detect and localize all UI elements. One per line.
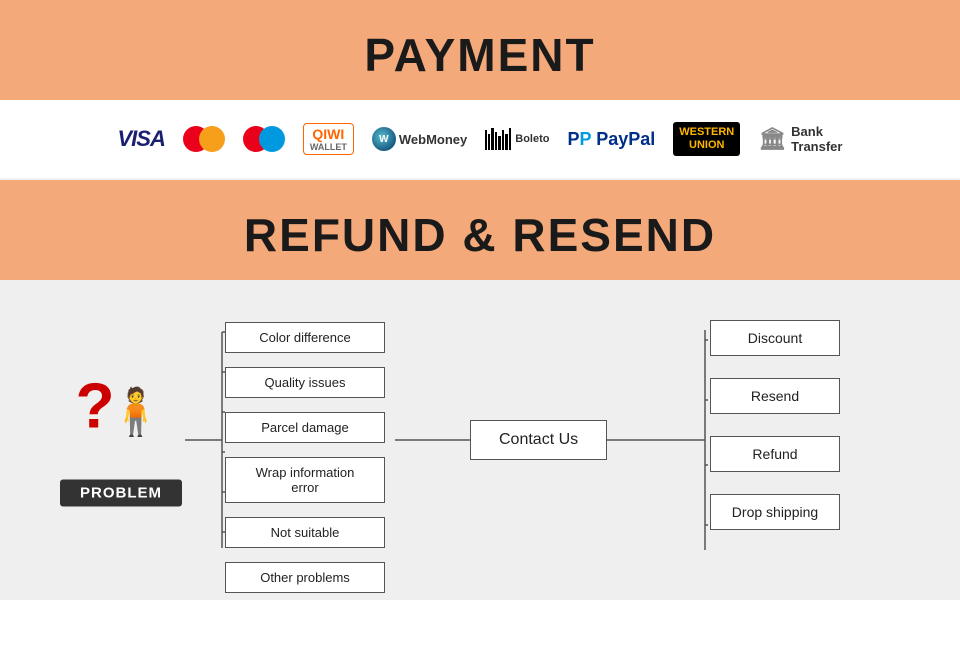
solutions-column: Discount Resend Refund Drop shipping bbox=[710, 310, 840, 538]
bank-transfer-logo: 🏛 BankTransfer bbox=[758, 124, 842, 154]
boleto-text: Boleto bbox=[515, 133, 549, 145]
bar6 bbox=[502, 130, 504, 150]
problem-wrap-info-error: Wrap information error bbox=[225, 457, 385, 503]
visa-text: VISA bbox=[118, 126, 165, 152]
maestro-logo bbox=[243, 126, 285, 152]
paypal-p: P bbox=[567, 129, 579, 149]
bar3 bbox=[491, 128, 494, 150]
payment-section: PAYMENT bbox=[0, 0, 960, 100]
bank-icon: 🏛 bbox=[758, 126, 786, 152]
bar5 bbox=[498, 136, 501, 150]
qiwi-wallet-text: WALLET bbox=[310, 142, 347, 152]
wu-text2: UNION bbox=[679, 139, 734, 152]
refund-title: REFUND & RESEND bbox=[0, 208, 960, 262]
paypal-text: PP PayPal bbox=[567, 129, 655, 150]
problem-image: ? 🧍 bbox=[74, 374, 169, 474]
webmoney-logo: W WebMoney bbox=[372, 127, 467, 151]
problem-parcel-damage: Parcel damage bbox=[225, 412, 385, 443]
bar8 bbox=[509, 128, 511, 150]
qiwi-logo: QIWI WALLET bbox=[303, 123, 354, 155]
bar4 bbox=[495, 132, 497, 150]
visa-logo: VISA bbox=[118, 126, 165, 152]
qiwi-box: QIWI WALLET bbox=[303, 123, 354, 155]
webmoney-icon: W bbox=[372, 127, 396, 151]
payment-logos: VISA QIWI WALLET W WebMoney Bo bbox=[0, 100, 960, 180]
problem-color-difference: Color difference bbox=[225, 322, 385, 353]
problem-figure: ? 🧍 PROBLEM bbox=[60, 374, 182, 507]
contact-box[interactable]: Contact Us bbox=[470, 420, 607, 460]
paypal-rest: PayPal bbox=[591, 129, 655, 149]
barcode-graphic bbox=[485, 128, 511, 150]
bar2 bbox=[488, 134, 490, 150]
webmoney-text: WebMoney bbox=[399, 132, 467, 147]
wu-box: WESTERN UNION bbox=[673, 122, 740, 156]
solution-resend: Resend bbox=[710, 378, 840, 414]
maestro-right bbox=[259, 126, 285, 152]
paypal-logo: PP PayPal bbox=[567, 129, 655, 150]
mc-orange-circle bbox=[199, 126, 225, 152]
problems-column: Color difference Quality issues Parcel d… bbox=[225, 310, 385, 597]
solution-refund: Refund bbox=[710, 436, 840, 472]
bank-text: BankTransfer bbox=[791, 124, 842, 154]
qiwi-text: QIWI bbox=[312, 126, 344, 142]
problem-label: PROBLEM bbox=[60, 480, 182, 507]
paypal-p2: P bbox=[580, 129, 592, 149]
flow-diagram: ? 🧍 PROBLEM Color difference Quality iss… bbox=[50, 310, 910, 570]
contact-label[interactable]: Contact Us bbox=[470, 420, 607, 460]
problem-not-suitable: Not suitable bbox=[225, 517, 385, 548]
payment-title: PAYMENT bbox=[0, 28, 960, 82]
solution-discount: Discount bbox=[710, 320, 840, 356]
refund-section: REFUND & RESEND bbox=[0, 180, 960, 280]
diagram-section: ? 🧍 PROBLEM Color difference Quality iss… bbox=[0, 280, 960, 600]
bar7 bbox=[505, 134, 508, 150]
mastercard-logo bbox=[183, 126, 225, 152]
western-union-logo: WESTERN UNION bbox=[673, 122, 740, 156]
problem-quality-issues: Quality issues bbox=[225, 367, 385, 398]
person-emoji: 🧍 bbox=[107, 389, 164, 435]
wu-text1: WESTERN bbox=[679, 126, 734, 139]
solution-drop-shipping: Drop shipping bbox=[710, 494, 840, 530]
problem-other: Other problems bbox=[225, 562, 385, 593]
stick-figure: ? 🧍 bbox=[74, 374, 169, 474]
boleto-logo: Boleto bbox=[485, 128, 549, 150]
bar1 bbox=[485, 130, 487, 150]
